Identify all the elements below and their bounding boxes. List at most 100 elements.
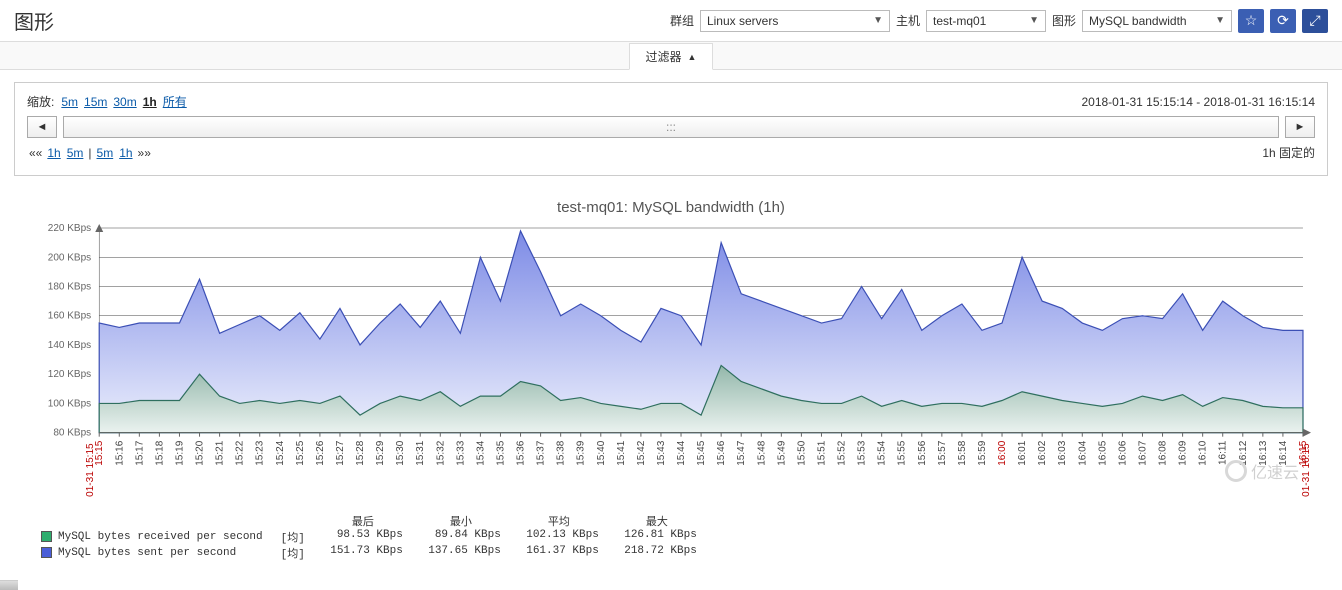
top-filters: 群组 Linux servers ▼ 主机 test-mq01 ▼ 图形 MyS… bbox=[670, 9, 1328, 33]
svg-text:15:40: 15:40 bbox=[596, 440, 607, 465]
chart-plot: 80 KBps100 KBps120 KBps140 KBps160 KBps1… bbox=[29, 222, 1313, 503]
zoom-30m[interactable]: 30m bbox=[113, 95, 136, 109]
svg-text:15:32: 15:32 bbox=[435, 440, 446, 465]
svg-text:15:19: 15:19 bbox=[174, 440, 185, 465]
svg-text:15:22: 15:22 bbox=[235, 440, 246, 465]
svg-text:15:38: 15:38 bbox=[556, 440, 567, 465]
svg-text:15:51: 15:51 bbox=[816, 440, 827, 465]
group-select[interactable]: Linux servers ▼ bbox=[700, 10, 890, 32]
svg-text:220 KBps: 220 KBps bbox=[48, 223, 91, 234]
svg-text:15:18: 15:18 bbox=[154, 440, 165, 465]
chevrons-left-icon: «« bbox=[29, 146, 42, 160]
zoom-15m[interactable]: 15m bbox=[84, 95, 107, 109]
time-panel: 缩放: 5m 15m 30m 1h 所有 2018-01-31 15:15:14… bbox=[14, 82, 1328, 176]
watermark-icon bbox=[1225, 460, 1247, 482]
svg-text:15:56: 15:56 bbox=[917, 440, 928, 465]
nav-row: ◄ ::: ► bbox=[27, 116, 1315, 138]
legend-value: 89.84 KBps bbox=[421, 529, 501, 545]
legend-name-recv: MySQL bytes received per second bbox=[58, 531, 263, 543]
svg-text:16:00: 16:00 bbox=[997, 440, 1008, 465]
legend-row-recv: MySQL bytes received per second bbox=[41, 529, 263, 545]
host-select[interactable]: test-mq01 ▼ bbox=[926, 10, 1046, 32]
group-select-value: Linux servers bbox=[707, 14, 778, 28]
svg-text:15:23: 15:23 bbox=[255, 440, 266, 465]
svg-text:80 KBps: 80 KBps bbox=[53, 428, 91, 439]
zoom-5m[interactable]: 5m bbox=[61, 95, 78, 109]
top-bar: 图形 群组 Linux servers ▼ 主机 test-mq01 ▼ 图形 … bbox=[0, 0, 1342, 42]
zoom-all[interactable]: 所有 bbox=[163, 93, 187, 110]
grip-icon: ::: bbox=[666, 120, 676, 134]
chevron-left-icon: ◄ bbox=[37, 121, 48, 133]
refresh-icon: ⟳ bbox=[1277, 12, 1289, 29]
svg-text:15:37: 15:37 bbox=[536, 440, 547, 465]
svg-text:15:35: 15:35 bbox=[495, 440, 506, 465]
host-select-value: test-mq01 bbox=[933, 14, 986, 28]
legend-col: 最大126.81 KBps218.72 KBps bbox=[617, 513, 697, 561]
refresh-button[interactable]: ⟳ bbox=[1270, 9, 1296, 33]
legend-col-header: 平均 bbox=[519, 513, 599, 529]
zoom-1h[interactable]: 1h bbox=[143, 95, 157, 109]
graph-label: 图形 bbox=[1052, 12, 1076, 29]
legend-prefix-recv: [均] bbox=[281, 529, 305, 545]
back-1h[interactable]: 1h bbox=[47, 146, 60, 160]
svg-text:16:02: 16:02 bbox=[1037, 440, 1048, 465]
svg-text:15:36: 15:36 bbox=[516, 440, 527, 465]
legend-value: 102.13 KBps bbox=[519, 529, 599, 545]
svg-text:15:21: 15:21 bbox=[215, 440, 226, 465]
back-5m[interactable]: 5m bbox=[67, 146, 84, 160]
svg-text:15:29: 15:29 bbox=[375, 440, 386, 465]
svg-text:01-31 15:15: 01-31 15:15 bbox=[85, 443, 96, 497]
legend-swatch-recv bbox=[41, 531, 52, 542]
filter-tab-label: 过滤器 bbox=[646, 48, 682, 65]
svg-text:15:43: 15:43 bbox=[656, 440, 667, 465]
svg-text:15:45: 15:45 bbox=[696, 440, 707, 465]
chevrons-right-icon: »» bbox=[138, 146, 151, 160]
favorite-button[interactable]: ☆ bbox=[1238, 9, 1264, 33]
chevron-down-icon: ▼ bbox=[1029, 15, 1039, 26]
nav-right-button[interactable]: ► bbox=[1285, 116, 1315, 138]
filter-tab[interactable]: 过滤器 ▲ bbox=[629, 43, 714, 70]
graph-select[interactable]: MySQL bandwidth ▼ bbox=[1082, 10, 1232, 32]
svg-text:16:06: 16:06 bbox=[1117, 440, 1128, 465]
legend-col-header: 最大 bbox=[617, 513, 697, 529]
svg-text:16:01: 16:01 bbox=[1017, 440, 1028, 465]
svg-text:16:05: 16:05 bbox=[1097, 440, 1108, 465]
svg-text:15:55: 15:55 bbox=[897, 440, 908, 465]
fwd-5m[interactable]: 5m bbox=[97, 146, 114, 160]
chevron-up-icon: ▲ bbox=[688, 52, 697, 62]
filter-tab-row: 过滤器 ▲ bbox=[0, 42, 1342, 70]
star-icon: ☆ bbox=[1245, 12, 1258, 29]
svg-text:15:59: 15:59 bbox=[977, 440, 988, 465]
svg-text:15:30: 15:30 bbox=[395, 440, 406, 465]
legend-value: 98.53 KBps bbox=[323, 529, 403, 545]
time-range: 2018-01-31 15:15:14 - 2018-01-31 16:15:1… bbox=[1081, 95, 1315, 109]
svg-text:15:24: 15:24 bbox=[275, 440, 286, 465]
legend-col: 最小89.84 KBps137.65 KBps bbox=[421, 513, 501, 561]
chart-svg: 80 KBps100 KBps120 KBps140 KBps160 KBps1… bbox=[29, 222, 1313, 503]
nav-left-button[interactable]: ◄ bbox=[27, 116, 57, 138]
svg-text:15:54: 15:54 bbox=[877, 440, 888, 465]
legend-value: 126.81 KBps bbox=[617, 529, 697, 545]
svg-text:16:10: 16:10 bbox=[1198, 440, 1209, 465]
legend-col: 平均102.13 KBps161.37 KBps bbox=[519, 513, 599, 561]
fullscreen-button[interactable]: ⤢ bbox=[1302, 9, 1328, 33]
svg-text:15:52: 15:52 bbox=[837, 440, 848, 465]
fwd-1h[interactable]: 1h bbox=[119, 146, 132, 160]
chevron-right-icon: ► bbox=[1295, 121, 1306, 133]
svg-text:160 KBps: 160 KBps bbox=[48, 311, 91, 322]
svg-text:15:26: 15:26 bbox=[315, 440, 326, 465]
scrollbar-thumb[interactable] bbox=[0, 580, 18, 590]
zoom-row: 缩放: 5m 15m 30m 1h 所有 2018-01-31 15:15:14… bbox=[27, 93, 1315, 110]
nav-scrubber[interactable]: ::: bbox=[63, 116, 1279, 138]
svg-text:15:57: 15:57 bbox=[937, 440, 948, 465]
svg-text:140 KBps: 140 KBps bbox=[48, 340, 91, 351]
chart-card: test-mq01: MySQL bandwidth (1h) 80 KBps1… bbox=[14, 190, 1328, 566]
legend-col: 最后98.53 KBps151.73 KBps bbox=[323, 513, 403, 561]
svg-text:16:04: 16:04 bbox=[1077, 440, 1088, 465]
svg-text:15:16: 15:16 bbox=[114, 440, 125, 465]
svg-text:15:49: 15:49 bbox=[776, 440, 787, 465]
separator: | bbox=[88, 146, 91, 160]
legend-prefix: [均] [均] bbox=[281, 513, 305, 561]
svg-text:120 KBps: 120 KBps bbox=[48, 369, 91, 380]
fullscreen-icon: ⤢ bbox=[1309, 12, 1320, 29]
